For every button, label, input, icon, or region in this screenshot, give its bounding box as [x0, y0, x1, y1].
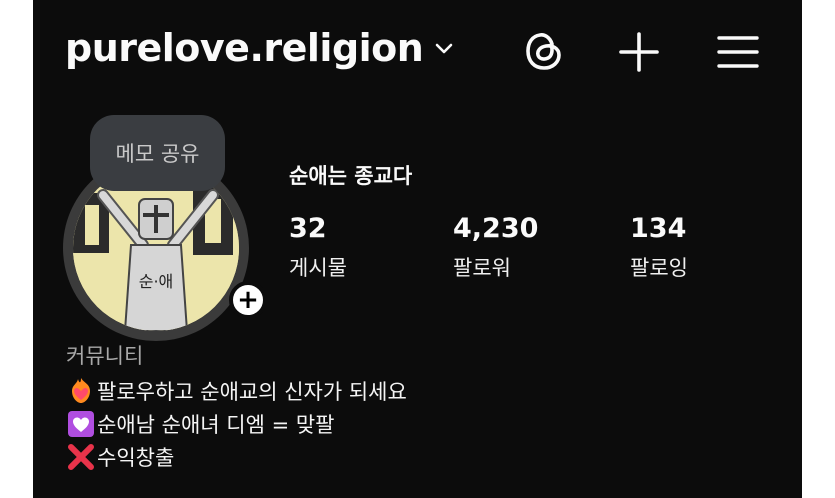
profile-screen: purelove.religion 순·애 + 메모 공유 순애는 종교다 32… [33, 0, 802, 498]
bio-line: 순애남 순애녀 디엠 = 맞팔 [66, 409, 335, 439]
top-bar: purelove.religion [33, 0, 802, 105]
heart-on-fire-icon [72, 378, 90, 403]
posts-label: 게시물 [289, 256, 347, 280]
followers-count: 4,230 [453, 213, 539, 244]
menu-icon[interactable] [716, 30, 760, 74]
chevron-down-icon[interactable] [431, 40, 457, 58]
following-count: 134 [630, 213, 687, 244]
heart-decoration-icon [68, 411, 94, 437]
bio-line: 수익창출 [66, 442, 174, 472]
avatar-caption: 순·애 [139, 272, 174, 291]
bio-text: 수익창출 [97, 446, 175, 470]
posts-stat[interactable]: 32 게시물 [289, 213, 347, 282]
followers-stat[interactable]: 4,230 팔로워 [453, 213, 538, 282]
bio-line: 팔로우하고 순애교의 신자가 되세요 [66, 376, 407, 406]
followers-label: 팔로워 [453, 256, 511, 280]
display-name: 순애는 종교다 [289, 164, 413, 188]
cross-mark-icon [68, 444, 94, 470]
add-story-button[interactable]: + [229, 281, 267, 319]
threads-icon[interactable] [521, 28, 567, 74]
bio-text: 팔로우하고 순애교의 신자가 되세요 [97, 380, 407, 404]
profile-category: 커뮤니티 [66, 344, 144, 368]
following-label: 팔로잉 [630, 256, 688, 280]
following-stat[interactable]: 134 팔로잉 [630, 213, 688, 282]
username-title[interactable]: purelove.religion [65, 26, 424, 70]
memo-bubble[interactable]: 메모 공유 [90, 115, 225, 191]
posts-count: 32 [289, 213, 327, 244]
plus-icon[interactable] [617, 30, 661, 74]
bio-text: 순애남 순애녀 디엠 = 맞팔 [97, 413, 335, 437]
